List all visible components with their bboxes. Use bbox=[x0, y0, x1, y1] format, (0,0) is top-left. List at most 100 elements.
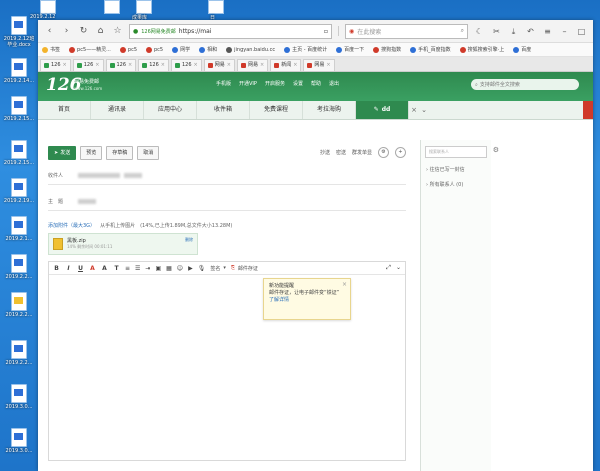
contact-search-input[interactable]: 搜索联系人 bbox=[425, 146, 487, 158]
maximize-icon[interactable]: □ bbox=[576, 26, 587, 37]
message-editor[interactable]: B I U A A T ≡ ☰ ⇥ ▣ ▦ ☺ ▶ 🎙 签名 ▾ ⎘ 邮件存证 ⤢ … bbox=[48, 261, 406, 461]
minimize-icon[interactable]: – bbox=[559, 26, 570, 37]
bookmark-item[interactable]: 百度 bbox=[513, 46, 531, 53]
music-icon[interactable] bbox=[583, 101, 593, 119]
close-icon[interactable]: × bbox=[63, 60, 67, 71]
desktop-file-icon[interactable]: 2019.2.19... bbox=[2, 178, 36, 204]
back-icon[interactable]: ‹ bbox=[44, 26, 55, 37]
undo-icon[interactable]: ↶ bbox=[525, 26, 536, 37]
save-draft-button[interactable]: 存草稿 bbox=[106, 145, 134, 160]
bookmark-item[interactable]: 网学 bbox=[172, 46, 190, 53]
desktop-file-icon[interactable]: 2019.2.12班毕业.docx bbox=[2, 16, 36, 48]
close-icon[interactable]: × bbox=[326, 60, 330, 71]
browser-tab[interactable]: 新闻 × bbox=[270, 59, 302, 71]
desktop-top-icon[interactable] bbox=[40, 0, 56, 14]
close-icon[interactable]: × bbox=[161, 60, 165, 71]
font-size-button[interactable]: A bbox=[101, 265, 108, 272]
bookmark-item[interactable]: jingyan.baidu.cc bbox=[226, 46, 275, 53]
search-input[interactable]: ◉ 在此搜索 ⌕ bbox=[345, 23, 468, 39]
desktop-file-icon[interactable]: 2019.2.2... bbox=[2, 254, 36, 280]
video-icon[interactable]: ▶ bbox=[188, 265, 193, 272]
browser-tab[interactable]: 126 × bbox=[138, 59, 169, 71]
preview-button[interactable]: 预览 bbox=[80, 145, 103, 160]
bookmark-item[interactable]: 手机_百度指数 bbox=[410, 46, 451, 53]
desktop-file-icon[interactable]: 2019.2.2... bbox=[2, 292, 36, 318]
desktop-file-icon[interactable]: 2019.2.14... bbox=[2, 58, 36, 84]
browser-tab[interactable]: 126 × bbox=[105, 59, 137, 71]
header-link-logout[interactable]: 退出 bbox=[329, 80, 339, 87]
all-contacts-item[interactable]: › 所有联系人 (0) bbox=[426, 181, 486, 188]
download-icon[interactable]: ⤓ bbox=[508, 26, 519, 37]
bookmark-item[interactable]: 主页 - 百度统计 bbox=[284, 46, 327, 53]
close-icon[interactable]: × bbox=[194, 60, 198, 71]
desktop-file-icon[interactable]: 2019.2.2... bbox=[2, 340, 36, 366]
browser-tab[interactable]: 网易 × bbox=[203, 59, 235, 71]
desktop-file-icon[interactable]: 2019.2.15... bbox=[2, 96, 36, 122]
cancel-button[interactable]: 取消 bbox=[137, 145, 160, 160]
bcc-link[interactable]: 密送 bbox=[336, 149, 346, 156]
italic-button[interactable]: I bbox=[65, 265, 72, 272]
bookmark-item[interactable]: pc5 bbox=[119, 46, 137, 53]
desktop-top-icon[interactable] bbox=[136, 0, 152, 14]
nav-tab-kaola[interactable]: 考拉海购 bbox=[303, 101, 356, 119]
mail-search-input[interactable]: ⌕ 支持邮件全文搜索 bbox=[471, 79, 579, 90]
nav-tab-contacts[interactable]: 通讯录 bbox=[91, 101, 144, 119]
font-color-button[interactable]: A bbox=[89, 265, 96, 272]
send-button[interactable]: ➤ 发送 bbox=[48, 145, 77, 160]
bookmark-star-icon[interactable]: ☆ bbox=[112, 26, 123, 37]
close-icon[interactable]: × bbox=[293, 60, 297, 71]
bookmark-item[interactable]: 相和 bbox=[199, 46, 217, 53]
add-attachment-link[interactable]: 添加附件（最大3G） bbox=[48, 222, 95, 229]
page-info-icon[interactable]: ▫ bbox=[324, 28, 328, 35]
close-icon[interactable]: × bbox=[260, 60, 264, 71]
settings-icon[interactable]: ⚙ bbox=[378, 147, 389, 158]
indent-icon[interactable]: ⇥ bbox=[145, 265, 150, 272]
header-link-mobile[interactable]: 手机版 bbox=[216, 80, 231, 87]
header-link-help[interactable]: 帮助 bbox=[311, 80, 321, 87]
refresh-icon[interactable]: ↻ bbox=[78, 26, 89, 37]
bold-button[interactable]: B bbox=[53, 265, 60, 272]
header-link-settings[interactable]: 设置 bbox=[293, 80, 303, 87]
browser-tab[interactable]: 126 × bbox=[40, 59, 71, 71]
cc-link[interactable]: 抄送 bbox=[320, 149, 330, 156]
bookmark-item[interactable]: 百度一下 bbox=[336, 46, 364, 53]
bookmark-item[interactable]: 书签 bbox=[42, 46, 60, 53]
image-icon[interactable]: ▣ bbox=[155, 265, 161, 272]
signature-dropdown[interactable]: 签名 ▾ bbox=[210, 265, 226, 272]
add-user-icon[interactable]: + bbox=[395, 147, 406, 158]
separate-send-link[interactable]: 群发单显 bbox=[352, 149, 372, 156]
chevron-down-icon[interactable]: ⌄ bbox=[396, 264, 401, 272]
nav-tab-inbox[interactable]: 收件箱 bbox=[197, 101, 250, 119]
font-family-button[interactable]: T bbox=[113, 265, 120, 272]
nav-tab-compose-active[interactable]: ✎ dd bbox=[356, 101, 409, 119]
close-icon[interactable]: × bbox=[227, 60, 231, 71]
mail-evidence-option[interactable]: ⎘ 邮件存证 bbox=[231, 265, 258, 272]
scissors-icon[interactable]: ✂ bbox=[491, 26, 502, 37]
browser-tab[interactable]: 网易 × bbox=[303, 59, 335, 71]
recent-contacts-item[interactable]: › 往信已写一封信 bbox=[426, 166, 486, 173]
list-icon[interactable]: ☰ bbox=[135, 265, 140, 272]
underline-button[interactable]: U bbox=[77, 265, 84, 272]
close-icon[interactable]: × bbox=[95, 60, 99, 71]
close-icon[interactable]: × bbox=[409, 101, 419, 119]
browser-tab[interactable]: 126 × bbox=[72, 59, 104, 71]
desktop-top-icon[interactable] bbox=[208, 0, 224, 14]
browser-tab[interactable]: 网易 × bbox=[236, 59, 269, 71]
desktop-file-icon[interactable]: 2019.2.1... bbox=[2, 216, 36, 242]
search-icon[interactable]: ⌕ bbox=[461, 27, 464, 35]
chevron-down-icon[interactable]: ⌄ bbox=[419, 101, 429, 119]
from-phone-link[interactable]: 从手机上传图片 bbox=[100, 222, 135, 229]
gear-icon[interactable]: ⚙ bbox=[493, 146, 499, 154]
forward-icon[interactable]: › bbox=[61, 26, 72, 37]
tip-link[interactable]: 了解详情 bbox=[269, 297, 345, 304]
home-icon[interactable]: ⌂ bbox=[95, 26, 106, 37]
nav-tab-apps[interactable]: 应用中心 bbox=[144, 101, 197, 119]
bookmark-item[interactable]: pc5——精灵... bbox=[69, 46, 111, 53]
expand-icon[interactable]: ⤢ bbox=[386, 264, 391, 272]
header-link-vip[interactable]: 开通VIP bbox=[239, 80, 257, 87]
delete-attachment-link[interactable]: 删除 bbox=[185, 237, 193, 243]
table-icon[interactable]: ▦ bbox=[166, 265, 172, 272]
bookmark-item[interactable]: pc5 bbox=[146, 46, 163, 53]
moon-icon[interactable]: ☾ bbox=[474, 26, 485, 37]
url-input[interactable]: ● 126网易免费邮 https://mai ▫ bbox=[129, 23, 332, 39]
